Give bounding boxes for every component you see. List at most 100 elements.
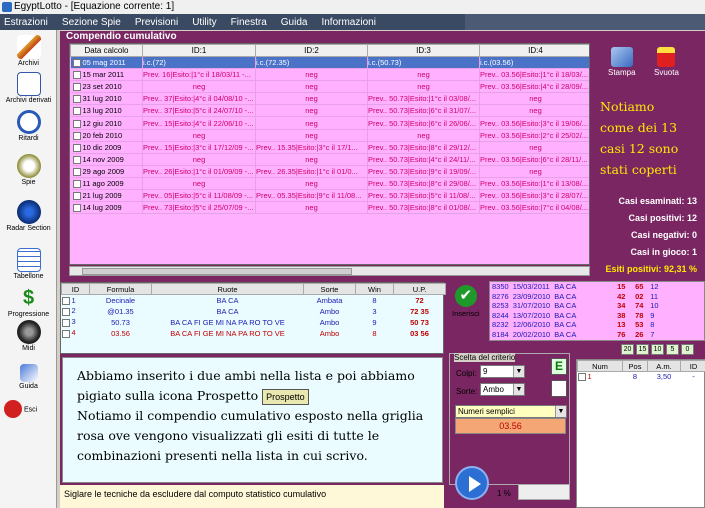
- menu-estrazioni[interactable]: Estrazioni: [4, 17, 48, 28]
- row-checkbox[interactable]: [72, 131, 81, 140]
- play-button[interactable]: [455, 466, 489, 500]
- sidebar-item-radar-section[interactable]: Radar Section: [0, 200, 57, 232]
- row-checkbox[interactable]: [72, 204, 81, 213]
- col-id3[interactable]: ID:3: [367, 44, 480, 57]
- list-item[interactable]: 8244 13/07/2010 BA CA 38 78 9: [490, 311, 661, 321]
- grid-horizontal-scrollbar[interactable]: [69, 266, 590, 276]
- list-item[interactable]: 8253 31/07/2010 BA CA 34 74 10: [490, 301, 661, 311]
- col-win[interactable]: Win: [355, 283, 394, 295]
- sidebar-item-ritardi[interactable]: Ritardi: [0, 110, 57, 142]
- menu-informazioni[interactable]: Informazioni: [321, 17, 375, 28]
- cell-result: neg: [255, 177, 368, 191]
- grid-icon[interactable]: [551, 380, 567, 397]
- list-item[interactable]: 8350 15/03/2011 BA CA 15 65 12: [490, 282, 661, 292]
- estrazioni-list[interactable]: 8350 15/03/2011 BA CA 15 65 12 8276 23/09/2010 B…: [489, 281, 705, 341]
- counter-5[interactable]: 5: [666, 344, 679, 355]
- formula-list[interactable]: ID Formula Ruote Sorte Win U.P. 1 Decinal…: [60, 282, 446, 354]
- table-row[interactable]: 29 ago 2009 Prev.. 26|Esito:|1°c il 01/09…: [70, 165, 589, 178]
- notes-textbox[interactable]: Abbiamo inserito i due ambi nella lista …: [62, 357, 443, 483]
- col-id4[interactable]: ID:4: [479, 44, 589, 57]
- table-row[interactable]: 12 giu 2010 Prev.. 15|Esito:|4°c il 22/06…: [70, 116, 589, 130]
- row-checkbox[interactable]: [72, 155, 81, 164]
- row-checkbox[interactable]: [72, 143, 81, 152]
- table-row[interactable]: 31 lug 2010 Prev.. 37|Esito:|4°c il 04/08…: [70, 92, 589, 106]
- sidebar-item-esci[interactable]: Esci: [0, 400, 57, 419]
- table-row[interactable]: 4 03.56 BA CA FI GE MI NA PA RO TO VE Ambo 8…: [61, 328, 446, 339]
- list-item[interactable]: 8232 12/06/2010 BA CA 13 53 8: [490, 320, 661, 330]
- row-checkbox[interactable]: [72, 71, 81, 80]
- menu-finestra[interactable]: Finestra: [231, 17, 267, 28]
- row-checkbox[interactable]: [72, 59, 81, 68]
- row-checkbox[interactable]: [72, 179, 81, 188]
- inserisci-button[interactable]: ✔ Inserisci: [452, 285, 480, 318]
- table-row[interactable]: 1 Decinale BA CA Ambata 8 72: [61, 295, 446, 306]
- row-checkbox[interactable]: [72, 192, 81, 201]
- sidebar-label: Archivi: [17, 60, 39, 67]
- list-item[interactable]: 8276 23/09/2010 BA CA 42 02 11: [490, 292, 661, 302]
- stampa-button[interactable]: Stampa: [608, 47, 636, 77]
- table-row[interactable]: 11 ago 2009 neg neg Prev.. 50.73|Esito:|8°c…: [70, 177, 589, 191]
- row-checkbox[interactable]: [72, 107, 81, 116]
- table-row[interactable]: 15 mar 2011 Prev. 16|Esito:|1°c il 18/03/…: [70, 68, 589, 82]
- table-row[interactable]: 20 feb 2010 neg neg neg Prev.. 03.56|Esito:|…: [70, 129, 589, 142]
- sidebar-item-progressione[interactable]: $ Progressione: [0, 286, 57, 318]
- numbers-list[interactable]: Num Pos A.m. ID 1 8 3,50 -: [576, 359, 705, 508]
- counter-10[interactable]: 10: [651, 344, 664, 355]
- sidebar-item-guida[interactable]: Guida: [0, 364, 57, 390]
- menu-guida[interactable]: Guida: [281, 17, 308, 28]
- table-row[interactable]: 10 dic 2009 Prev.. 15|Esito:|3°c il 17/12…: [70, 141, 589, 154]
- row-checkbox[interactable]: [72, 95, 81, 104]
- sidebar-item-archivi-derivati[interactable]: Archivi derivati: [0, 72, 57, 104]
- row-checkbox[interactable]: [72, 83, 81, 92]
- list-item[interactable]: 8184 20/02/2010 BA CA 76 26 7: [490, 330, 661, 340]
- col-formula[interactable]: Formula: [89, 283, 152, 295]
- col-id2[interactable]: ID:2: [255, 44, 368, 57]
- window-title: EgyptLotto - [Equazione corrente: 1]: [14, 1, 175, 12]
- row-checkbox[interactable]: [61, 318, 70, 327]
- row-checkbox[interactable]: [72, 167, 81, 176]
- row-checkbox[interactable]: [61, 307, 70, 316]
- col-pos[interactable]: Pos: [622, 360, 648, 372]
- table-row[interactable]: 13 lug 2010 Prev.. 37|Esito:|5°c il 24/07…: [70, 104, 589, 118]
- sidebar-item-midi[interactable]: Midi: [0, 320, 57, 352]
- table-row[interactable]: 14 nov 2009 neg neg Prev.. 50.73|Esito:|4°c…: [70, 153, 589, 166]
- counter-15[interactable]: 15: [636, 344, 649, 355]
- col-id[interactable]: ID: [680, 360, 705, 372]
- compendio-grid[interactable]: Data calcolo ID:1 ID:2 ID:3 ID:4 05 mag …: [69, 43, 590, 265]
- col-am[interactable]: A.m.: [647, 360, 681, 372]
- col-sorte[interactable]: Sorte: [303, 283, 356, 295]
- table-row[interactable]: 3 50.73 BA CA FI GE MI NA PA RO TO VE Ambo 9…: [61, 317, 446, 328]
- table-row[interactable]: 14 lug 2009 Prev.. 73|Esito:|5°c il 25/07…: [70, 201, 589, 215]
- col-id1[interactable]: ID:1: [142, 44, 256, 57]
- counter-20[interactable]: 20: [621, 344, 634, 355]
- sorte-select[interactable]: Ambo ▼: [480, 383, 525, 396]
- row-checkbox[interactable]: [72, 119, 81, 128]
- tipo-select[interactable]: Numeri semplici ▼: [455, 405, 567, 418]
- sidebar-item-tabellone[interactable]: Tabellone: [0, 248, 57, 280]
- col-ruote[interactable]: Ruote: [151, 283, 304, 295]
- row-checkbox[interactable]: [61, 329, 70, 338]
- row-checkbox[interactable]: [577, 373, 586, 382]
- table-row[interactable]: 1 8 3,50 -: [577, 372, 705, 382]
- menu-sezione-spie[interactable]: Sezione Spie: [62, 17, 121, 28]
- col-up[interactable]: U.P.: [393, 283, 446, 295]
- col-id[interactable]: ID: [61, 283, 90, 295]
- scrollbar-thumb[interactable]: [82, 268, 352, 275]
- menu-previsioni[interactable]: Previsioni: [135, 17, 178, 28]
- table-row[interactable]: 21 lug 2009 Prev.. 05|Esito:|5°c il 11/08…: [70, 189, 589, 203]
- row-checkbox[interactable]: [61, 296, 70, 305]
- menu-utility[interactable]: Utility: [192, 17, 216, 28]
- col-num[interactable]: Num: [577, 360, 623, 372]
- table-row[interactable]: 2 @01.35 BA CA Ambo 3 72 35: [61, 306, 446, 317]
- colpi-select[interactable]: 9 ▼: [480, 365, 525, 378]
- sidebar-item-archivi[interactable]: Archivi: [0, 35, 57, 67]
- counter-0[interactable]: 0: [681, 344, 694, 355]
- prospetto-button[interactable]: Prospetto: [262, 388, 309, 405]
- table-row[interactable]: 23 set 2010 neg neg neg Prev.. 03.56|Esito:|…: [70, 80, 589, 94]
- e-button[interactable]: E: [551, 358, 567, 375]
- svuota-button[interactable]: Svuota: [654, 47, 679, 77]
- speed-slider[interactable]: [518, 484, 570, 500]
- sidebar-item-spie[interactable]: Spie: [0, 154, 57, 186]
- col-data-calcolo[interactable]: Data calcolo: [70, 44, 143, 57]
- table-row[interactable]: 05 mag 2011 i.c.(72) i.c.(72.35) i.c.(50.73…: [70, 56, 589, 70]
